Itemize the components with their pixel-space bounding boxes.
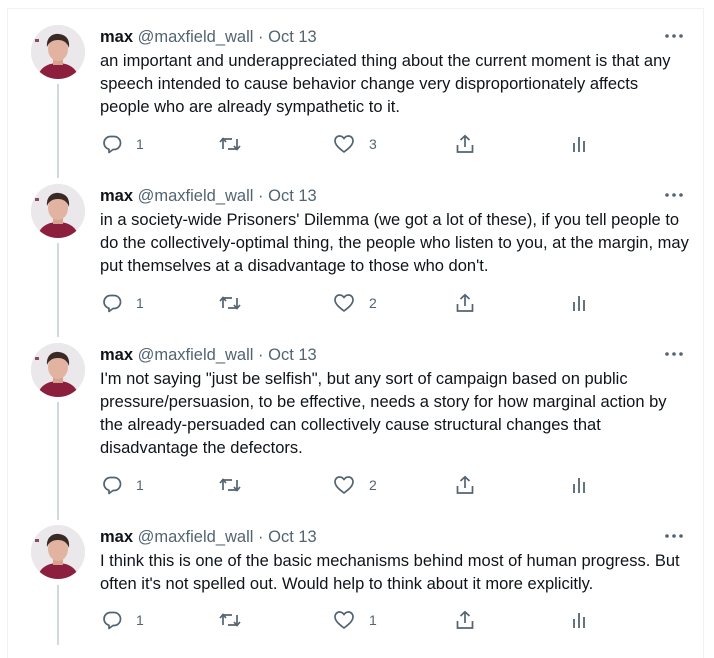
reply-button[interactable]: 1 [102,292,144,314]
like-button[interactable]: 1 [333,609,377,631]
share-button[interactable] [455,133,475,155]
tweet-text: an important and underappreciated thing … [100,52,671,116]
avatar-photo [31,25,85,79]
display-name[interactable]: max [100,346,133,364]
like-count: 2 [369,295,377,311]
retweet-icon [218,610,242,630]
timestamp[interactable]: Oct 13 [268,346,317,364]
tweet-header: max @maxfield_wall · Oct 13 [100,186,317,206]
share-icon [455,134,475,154]
handle[interactable]: @maxfield_wall [138,28,254,46]
like-button[interactable]: 3 [333,133,377,155]
like-count: 3 [369,136,377,152]
retweet-icon [218,475,242,495]
analytics-icon [571,475,587,495]
analytics-icon [571,610,587,630]
like-button[interactable]: 2 [333,292,377,314]
analytics-button[interactable] [571,292,587,314]
timestamp[interactable]: Oct 13 [268,28,317,46]
share-button[interactable] [455,292,475,314]
tweet-text: I think this is one of the basic mechani… [100,552,680,593]
handle[interactable]: @maxfield_wall [138,346,254,364]
avatar[interactable] [31,525,85,579]
tweet-text: I'm not saying "just be selfish", but an… [100,370,667,457]
analytics-button[interactable] [571,133,587,155]
reply-icon [102,293,122,313]
share-icon [455,293,475,313]
share-icon [455,475,475,495]
avatar-photo [31,184,85,238]
retweet-button[interactable] [218,609,256,631]
handle[interactable]: @maxfield_wall [138,187,254,205]
share-icon [455,610,475,630]
like-button[interactable]: 2 [333,474,377,496]
separator: · [258,28,264,46]
tweet-header: max @maxfield_wall · Oct 13 [100,527,317,547]
reply-count: 1 [136,612,144,628]
analytics-icon [571,134,587,154]
tweet-actions: 1 2 [0,292,714,316]
retweet-button[interactable] [218,474,256,496]
like-count: 1 [369,612,377,628]
reply-icon [102,475,122,495]
avatar-photo [31,343,85,397]
thread-line [57,243,59,337]
avatar-photo [31,525,85,579]
retweet-icon [218,293,242,313]
timestamp[interactable]: Oct 13 [268,187,317,205]
reply-count: 1 [136,295,144,311]
heart-icon [333,610,355,630]
thread-line [57,402,59,520]
share-button[interactable] [455,474,475,496]
more-icon[interactable] [664,29,684,43]
retweet-button[interactable] [218,292,256,314]
avatar[interactable] [31,184,85,238]
separator: · [258,346,264,364]
retweet-icon [218,134,242,154]
retweet-button[interactable] [218,133,256,155]
tweet-actions: 1 1 [0,609,714,633]
avatar[interactable] [31,343,85,397]
thread-line [57,84,59,178]
timestamp[interactable]: Oct 13 [268,528,317,546]
share-button[interactable] [455,609,475,631]
tweet-text: in a society-wide Prisoners' Dilemma (we… [100,211,689,275]
reply-icon [102,134,122,154]
analytics-button[interactable] [571,609,587,631]
heart-icon [333,134,355,154]
tweet-actions: 1 2 [0,474,714,498]
tweet-header: max @maxfield_wall · Oct 13 [100,27,317,47]
heart-icon [333,475,355,495]
more-icon[interactable] [664,188,684,202]
avatar[interactable] [31,25,85,79]
handle[interactable]: @maxfield_wall [138,528,254,546]
reply-count: 1 [136,477,144,493]
display-name[interactable]: max [100,187,133,205]
display-name[interactable]: max [100,28,133,46]
analytics-icon [571,293,587,313]
reply-button[interactable]: 1 [102,609,144,631]
separator: · [258,187,264,205]
more-icon[interactable] [664,529,684,543]
separator: · [258,528,264,546]
tweet-header: max @maxfield_wall · Oct 13 [100,345,317,365]
more-icon[interactable] [664,347,684,361]
heart-icon [333,293,355,313]
analytics-button[interactable] [571,474,587,496]
reply-button[interactable]: 1 [102,133,144,155]
reply-icon [102,610,122,630]
reply-button[interactable]: 1 [102,474,144,496]
tweet-actions: 1 3 [0,133,714,157]
like-count: 2 [369,477,377,493]
reply-count: 1 [136,136,144,152]
display-name[interactable]: max [100,528,133,546]
